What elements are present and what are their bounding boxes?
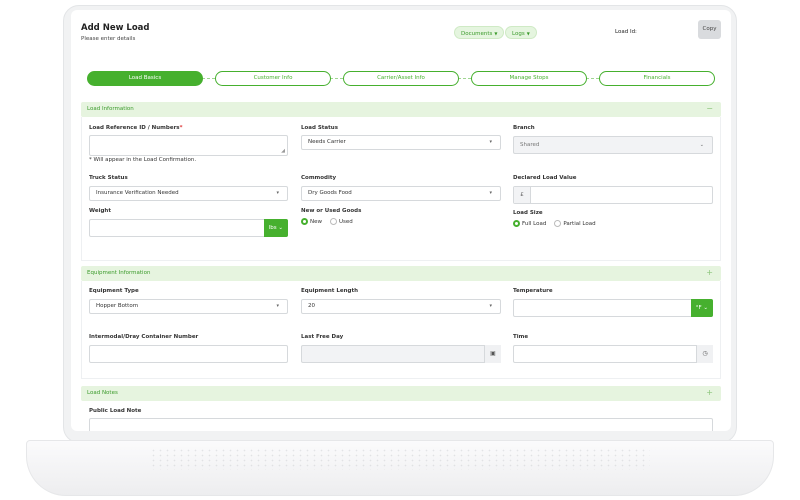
equipment-length-value: 20 — [308, 303, 315, 309]
truck-status-select[interactable]: Insurance Verification Needed ▾ — [89, 186, 288, 201]
step-customer-info[interactable]: Customer Info — [215, 71, 331, 86]
chevron-down-icon: ▾ — [276, 303, 279, 309]
chevron-down-icon: ⌄ — [278, 225, 283, 231]
documents-label: Documents — [461, 31, 493, 37]
equipment-information-header[interactable]: Equipment Information + — [81, 266, 721, 281]
chevron-down-icon: ▾ — [489, 303, 492, 309]
logs-dropdown[interactable]: Logs ▼ — [505, 26, 537, 39]
load-size-radio-group: Full Load Partial Load — [513, 220, 604, 227]
equipment-length-select[interactable]: 20 ▾ — [301, 299, 501, 314]
section-title: Load Information — [87, 106, 134, 112]
radio-partial-load[interactable]: Partial Load — [554, 220, 596, 227]
expand-icon[interactable]: + — [706, 388, 713, 397]
chevron-down-icon: ▾ — [489, 139, 492, 145]
equipment-type-value: Hopper Bottom — [96, 303, 139, 309]
chevron-down-icon: ⌄ — [703, 305, 708, 311]
branch-label: Branch — [513, 125, 535, 131]
logs-label: Logs — [512, 31, 525, 37]
load-size-label: Load Size — [513, 210, 543, 216]
app-screen: Add New Load Please enter details Docume… — [71, 10, 731, 431]
caret-down-icon: ▼ — [494, 31, 498, 36]
step-manage-stops[interactable]: Manage Stops — [471, 71, 587, 86]
chevron-down-icon: ▾ — [276, 190, 279, 196]
resize-grip-icon[interactable]: ◢ — [281, 148, 285, 154]
truck-status-value: Insurance Verification Needed — [96, 190, 179, 196]
stage: Add New Load Please enter details Docume… — [0, 0, 800, 500]
load-notes-header[interactable]: Load Notes + — [81, 386, 721, 401]
last-free-day-label: Last Free Day — [301, 334, 344, 340]
step-financials[interactable]: Financials — [599, 71, 715, 86]
chevron-down-icon: ▾ — [489, 190, 492, 196]
reference-input[interactable]: ◢ — [89, 135, 288, 156]
radio-selected-icon — [301, 218, 308, 225]
radio-used[interactable]: Used — [330, 218, 353, 225]
reference-note: * Will appear in the Load Confirmation. — [89, 157, 197, 163]
equipment-type-label: Equipment Type — [89, 288, 139, 294]
keyboard-pattern — [150, 448, 650, 470]
commodity-label: Commodity — [301, 175, 337, 181]
commodity-value: Dry Goods Food — [308, 190, 352, 196]
container-number-label: Intermodal/Dray Container Number — [89, 334, 199, 340]
container-number-input[interactable] — [89, 345, 288, 363]
expand-icon[interactable]: + — [706, 268, 713, 277]
temperature-unit-dropdown[interactable]: °F ⌄ — [690, 299, 713, 317]
step-carrier-asset-info[interactable]: Carrier/Asset Info — [343, 71, 459, 86]
documents-dropdown[interactable]: Documents ▼ — [454, 26, 505, 39]
public-note-input[interactable] — [89, 418, 713, 431]
radio-empty-icon — [554, 220, 562, 227]
step-load-basics[interactable]: Load Basics — [87, 71, 203, 86]
weight-unit-dropdown[interactable]: lbs ⌄ — [263, 219, 288, 237]
radio-full-load[interactable]: Full Load — [513, 220, 546, 227]
section-title: Equipment Information — [87, 270, 151, 276]
section-title: Load Notes — [87, 390, 118, 396]
commodity-select[interactable]: Dry Goods Food ▾ — [301, 186, 501, 201]
weight-input[interactable]: lbs ⌄ — [89, 219, 288, 237]
clock-icon[interactable]: ◷ — [696, 345, 713, 363]
collapse-icon[interactable]: − — [706, 104, 713, 113]
equipment-type-select[interactable]: Hopper Bottom ▾ — [89, 299, 288, 314]
truck-status-label: Truck Status — [89, 175, 128, 181]
time-input[interactable]: ◷ — [513, 345, 713, 363]
equipment-length-label: Equipment Length — [301, 288, 358, 294]
step-connector — [586, 78, 599, 79]
declared-value-label: Declared Load Value — [513, 175, 577, 181]
goods-radio-group: New Used — [301, 218, 361, 225]
load-id-label: Load Id: — [615, 29, 637, 35]
calendar-icon[interactable]: ▣ — [484, 345, 501, 363]
temperature-label: Temperature — [513, 288, 553, 294]
branch-select[interactable]: Shared ⌄ — [513, 136, 713, 154]
goods-label: New or Used Goods — [301, 208, 362, 214]
step-connector — [458, 78, 471, 79]
last-free-day-input[interactable]: ▣ — [301, 345, 501, 363]
branch-value: Shared — [520, 142, 540, 148]
load-information-header[interactable]: Load Information − — [81, 102, 721, 117]
caret-down-icon: ▼ — [526, 31, 530, 36]
page-subtitle: Please enter details — [81, 36, 136, 42]
step-connector — [202, 78, 215, 79]
load-status-select[interactable]: Needs Carrier ▾ — [301, 135, 501, 150]
copy-button[interactable]: Copy — [698, 20, 721, 39]
step-connector — [330, 78, 343, 79]
declared-value-input[interactable]: £ — [513, 186, 713, 204]
reference-label: Load Reference ID / Numbers* — [89, 125, 183, 131]
load-status-value: Needs Carrier — [308, 139, 346, 145]
temperature-input[interactable]: °F ⌄ — [513, 299, 713, 317]
load-status-label: Load Status — [301, 125, 338, 131]
public-note-label: Public Load Note — [89, 408, 142, 414]
radio-selected-icon — [513, 220, 520, 227]
chevron-down-icon: ⌄ — [699, 142, 704, 148]
weight-label: Weight — [89, 208, 111, 214]
time-label: Time — [513, 334, 529, 340]
equipment-information-body — [81, 281, 721, 379]
radio-empty-icon — [330, 218, 337, 225]
currency-prefix: £ — [514, 187, 531, 203]
radio-new[interactable]: New — [301, 218, 322, 225]
page-title: Add New Load — [81, 23, 150, 33]
